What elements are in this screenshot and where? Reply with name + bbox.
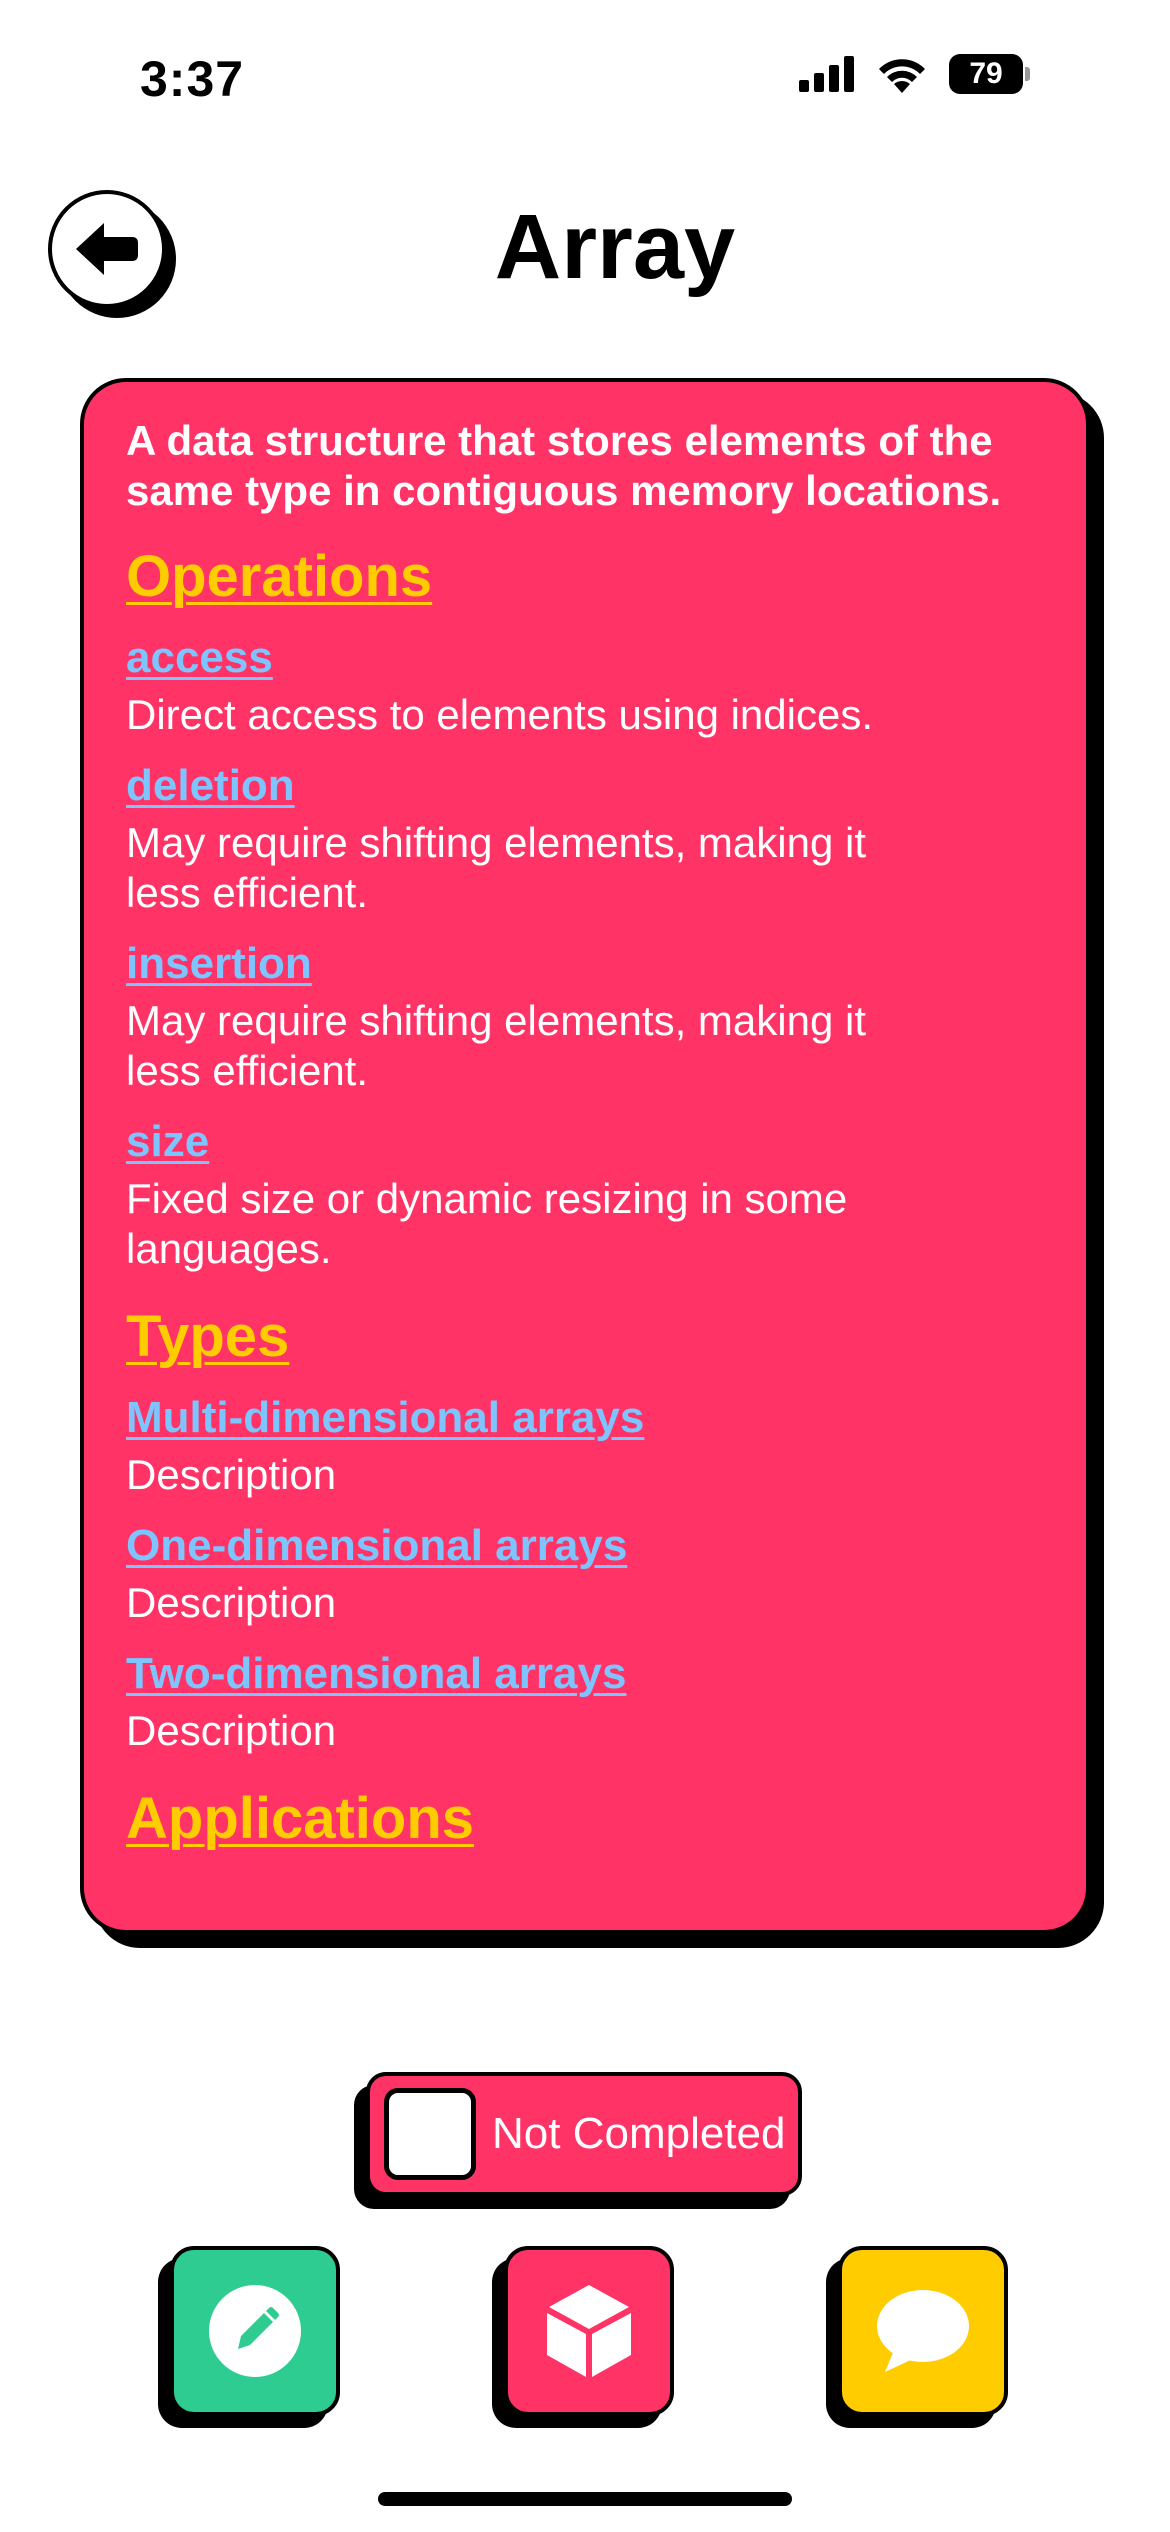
item-link-access[interactable]: access	[126, 632, 1046, 684]
item-link-size[interactable]: size	[126, 1116, 1046, 1168]
list-item: insertion May require shifting elements,…	[126, 938, 1046, 1096]
list-item: One-dimensional arrays Description	[126, 1520, 1046, 1628]
item-text: Description	[126, 1451, 337, 1498]
comments-button[interactable]	[838, 2246, 1008, 2416]
item-text: May require shifting elements, making it…	[126, 997, 866, 1094]
list-item: Multi-dimensional arrays Description	[126, 1392, 1046, 1500]
item-text: Description	[126, 1707, 337, 1754]
status-icons: 79	[799, 54, 1030, 94]
battery-level: 79	[949, 54, 1023, 94]
page-title: Array	[0, 195, 1170, 300]
page-title-text: Array	[494, 196, 736, 298]
item-link-two-dimensional-arrays[interactable]: Two-dimensional arrays	[126, 1648, 1046, 1700]
pencil-icon	[209, 2285, 301, 2377]
list-item: size Fixed size or dynamic resizing in s…	[126, 1116, 1046, 1274]
section-title-types: Types	[126, 1304, 290, 1369]
model-3d-button[interactable]	[504, 2246, 674, 2416]
section-title-applications: Applications	[126, 1786, 475, 1851]
completion-label: Not Completed	[492, 2109, 786, 2158]
item-link-insertion[interactable]: insertion	[126, 938, 1046, 990]
battery-indicator: 79	[949, 54, 1030, 94]
item-text: Direct access to elements using indices.	[126, 691, 873, 738]
cellular-signal-icon	[799, 56, 854, 92]
list-item: access Direct access to elements using i…	[126, 632, 1046, 740]
item-link-deletion[interactable]: deletion	[126, 760, 1046, 812]
list-item: Two-dimensional arrays Description	[126, 1648, 1046, 1756]
item-link-one-dimensional-arrays[interactable]: One-dimensional arrays	[126, 1520, 1046, 1572]
item-text: Description	[126, 1579, 337, 1626]
item-text: May require shifting elements, making it…	[126, 819, 866, 916]
status-time: 3:37	[140, 51, 245, 107]
list-item: deletion May require shifting elements, …	[126, 760, 1046, 918]
edit-notes-button[interactable]	[170, 2246, 340, 2416]
home-indicator[interactable]	[378, 2492, 792, 2506]
item-link-multi-dimensional-arrays[interactable]: Multi-dimensional arrays	[126, 1392, 1046, 1444]
content-card: A data structure that stores elements of…	[80, 378, 1090, 1934]
card-description: A data structure that stores elements of…	[126, 417, 1002, 514]
item-text: Fixed size or dynamic resizing in some l…	[126, 1175, 848, 1272]
completion-checkbox[interactable]	[384, 2088, 476, 2180]
wifi-icon	[879, 59, 925, 93]
section-title-operations: Operations	[126, 544, 433, 609]
cube-icon	[547, 2285, 631, 2377]
chat-bubble-icon	[877, 2290, 969, 2372]
completion-toggle[interactable]: Not Completed	[366, 2072, 802, 2196]
